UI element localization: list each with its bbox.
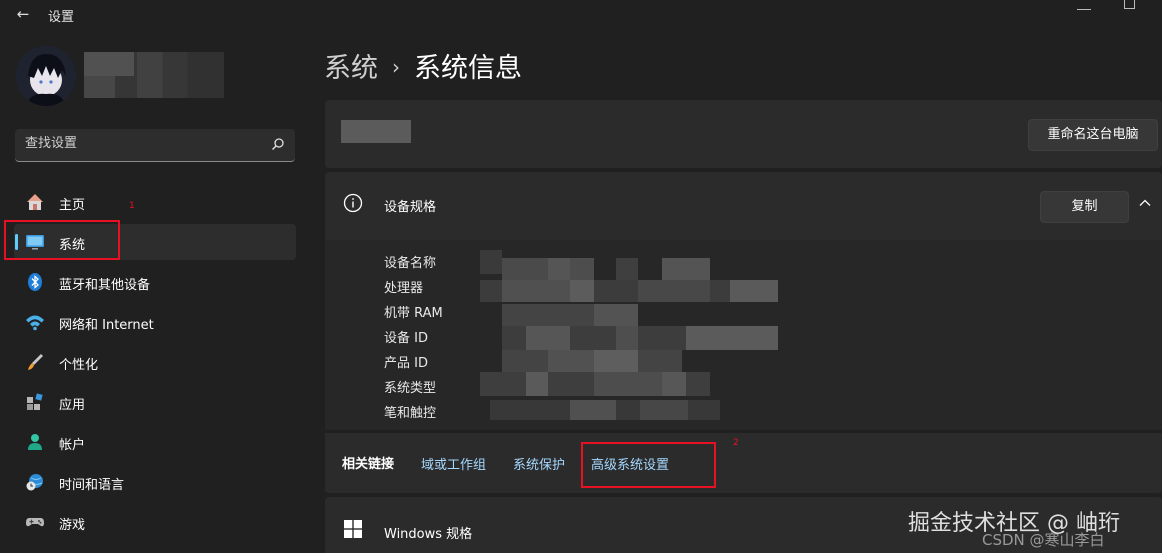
page-title: 系统信息 (414, 53, 522, 84)
user-name-redacted (84, 52, 224, 98)
spec-label-ram: 机带 RAM (384, 306, 443, 321)
info-icon (343, 193, 363, 213)
avatar[interactable] (16, 46, 76, 106)
spec-label-system-type: 系统类型 (384, 381, 437, 396)
pc-name-card: 重命名这台电脑 (325, 100, 1162, 168)
link-domain-workgroup[interactable]: 域或工作组 (421, 454, 486, 473)
sidebar-item-time-language[interactable]: 时间和语言 (14, 464, 296, 500)
sidebar-item-home[interactable]: 主页 (14, 184, 296, 220)
sidebar-item-apps[interactable]: 应用 (14, 384, 296, 420)
copy-button[interactable]: 复制 (1040, 191, 1129, 223)
search-icon[interactable] (271, 137, 285, 151)
clock-globe-icon (26, 474, 43, 491)
sidebar-item-label: 主页 (59, 198, 86, 213)
maximize-button[interactable] (1124, 0, 1135, 9)
home-icon (27, 194, 43, 210)
minimize-button[interactable] (1077, 0, 1091, 10)
sidebar-item-label: 游戏 (59, 518, 86, 533)
sidebar-item-network[interactable]: 网络和 Internet (14, 304, 296, 340)
chevron-right-icon: › (392, 55, 400, 79)
device-specs-title: 设备规格 (384, 200, 437, 215)
sidebar-item-label: 个性化 (59, 358, 99, 373)
search-box[interactable] (15, 129, 295, 162)
related-links-title: 相关链接 (342, 457, 395, 472)
back-arrow-icon[interactable]: ← (12, 3, 34, 25)
sidebar-item-label: 时间和语言 (59, 478, 125, 493)
sidebar-item-personalization[interactable]: 个性化 (14, 344, 296, 380)
related-links-row: 相关链接 域或工作组 系统保护 高级系统设置 (325, 433, 1162, 493)
device-specs-body: 设备名称 处理器 机带 RAM 设备 ID 产品 ID 系统类型 笔和触控 (325, 240, 1162, 430)
spec-values-redacted (480, 250, 778, 420)
sidebar-item-label: 网络和 Internet (59, 318, 154, 333)
pc-name-redacted (341, 120, 411, 143)
brush-icon (28, 354, 43, 370)
highlight-box-advanced-settings (581, 442, 716, 488)
highlight-box-system (4, 220, 120, 260)
chevron-up-icon[interactable] (1138, 196, 1152, 210)
spec-label-product-id: 产品 ID (384, 356, 428, 371)
windows-specs-title: Windows 规格 (384, 527, 473, 542)
wifi-icon (26, 315, 44, 331)
sidebar-item-bluetooth[interactable]: 蓝牙和其他设备 (14, 264, 296, 300)
sidebar-item-label: 帐户 (59, 438, 86, 453)
spec-label-processor: 处理器 (384, 281, 424, 296)
spec-label-device-name: 设备名称 (384, 256, 437, 271)
sidebar-item-label: 蓝牙和其他设备 (59, 278, 151, 293)
breadcrumb-parent[interactable]: 系统 (324, 53, 378, 84)
bluetooth-icon (28, 273, 42, 291)
watermark-secondary: CSDN @寒山李白 (982, 531, 1105, 549)
sidebar-item-gaming[interactable]: 游戏 (14, 504, 296, 540)
spec-label-device-id: 设备 ID (384, 331, 428, 346)
apps-icon (27, 393, 43, 410)
spec-label-pen-touch: 笔和触控 (384, 406, 437, 421)
annotation-number-1: 1 (129, 201, 135, 211)
windows-logo-icon (344, 520, 362, 538)
app-title: 设置 (48, 10, 75, 25)
person-icon (28, 434, 42, 450)
search-input[interactable] (25, 136, 245, 151)
breadcrumb: 系统 › 系统信息 (324, 46, 522, 85)
annotation-number-2: 2 (733, 438, 739, 448)
gamepad-icon (26, 518, 44, 527)
rename-pc-button[interactable]: 重命名这台电脑 (1028, 119, 1158, 151)
title-bar: ← 设置 (0, 0, 1162, 28)
sidebar-item-accounts[interactable]: 帐户 (14, 424, 296, 460)
device-specs-header[interactable]: 设备规格 复制 (325, 172, 1162, 240)
sidebar-item-label: 应用 (59, 398, 86, 413)
link-system-protection[interactable]: 系统保护 (513, 454, 565, 473)
